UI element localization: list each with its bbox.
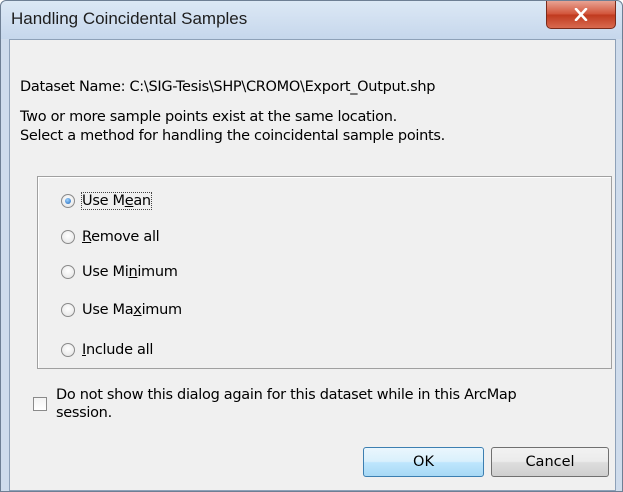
radio-label-use-minimum: Use Minimum [82,264,178,280]
cancel-button[interactable]: Cancel [491,447,609,477]
radio-label-include-all: Include all [82,342,154,358]
dataset-name-text: Dataset Name: C:\SIG-Tesis\SHP\CROMO\Exp… [20,79,436,95]
radio-label-remove-all: Remove all [82,229,160,245]
close-icon [574,8,588,21]
radio-use-maximum[interactable]: Use Maximum [61,300,182,320]
radio-button-selected[interactable] [61,194,75,208]
radio-button[interactable] [61,343,75,357]
dont-show-again-checkbox[interactable] [33,397,47,411]
ok-button[interactable]: OK [363,447,484,477]
dont-show-again-label-line-2: session. [56,405,112,421]
message-line-1: Two or more sample points exist at the s… [20,109,397,125]
close-button[interactable] [546,1,616,29]
radio-label-use-maximum: Use Maximum [82,302,182,318]
radio-use-mean[interactable]: Use Mean [61,191,152,211]
radio-label-use-mean: Use Mean [81,192,152,210]
radio-button[interactable] [61,303,75,317]
dialog-title: Handling Coincidental Samples [11,9,248,28]
radio-remove-all[interactable]: Remove all [61,227,160,247]
radio-button[interactable] [61,230,75,244]
radio-button[interactable] [61,265,75,279]
title-bar[interactable]: Handling Coincidental Samples [1,1,622,39]
message-line-2: Select a method for handling the coincid… [20,128,445,144]
dont-show-again-label-line-1: Do not show this dialog again for this d… [56,387,517,403]
radio-include-all[interactable]: Include all [61,340,153,360]
radio-use-minimum[interactable]: Use Minimum [61,262,178,282]
